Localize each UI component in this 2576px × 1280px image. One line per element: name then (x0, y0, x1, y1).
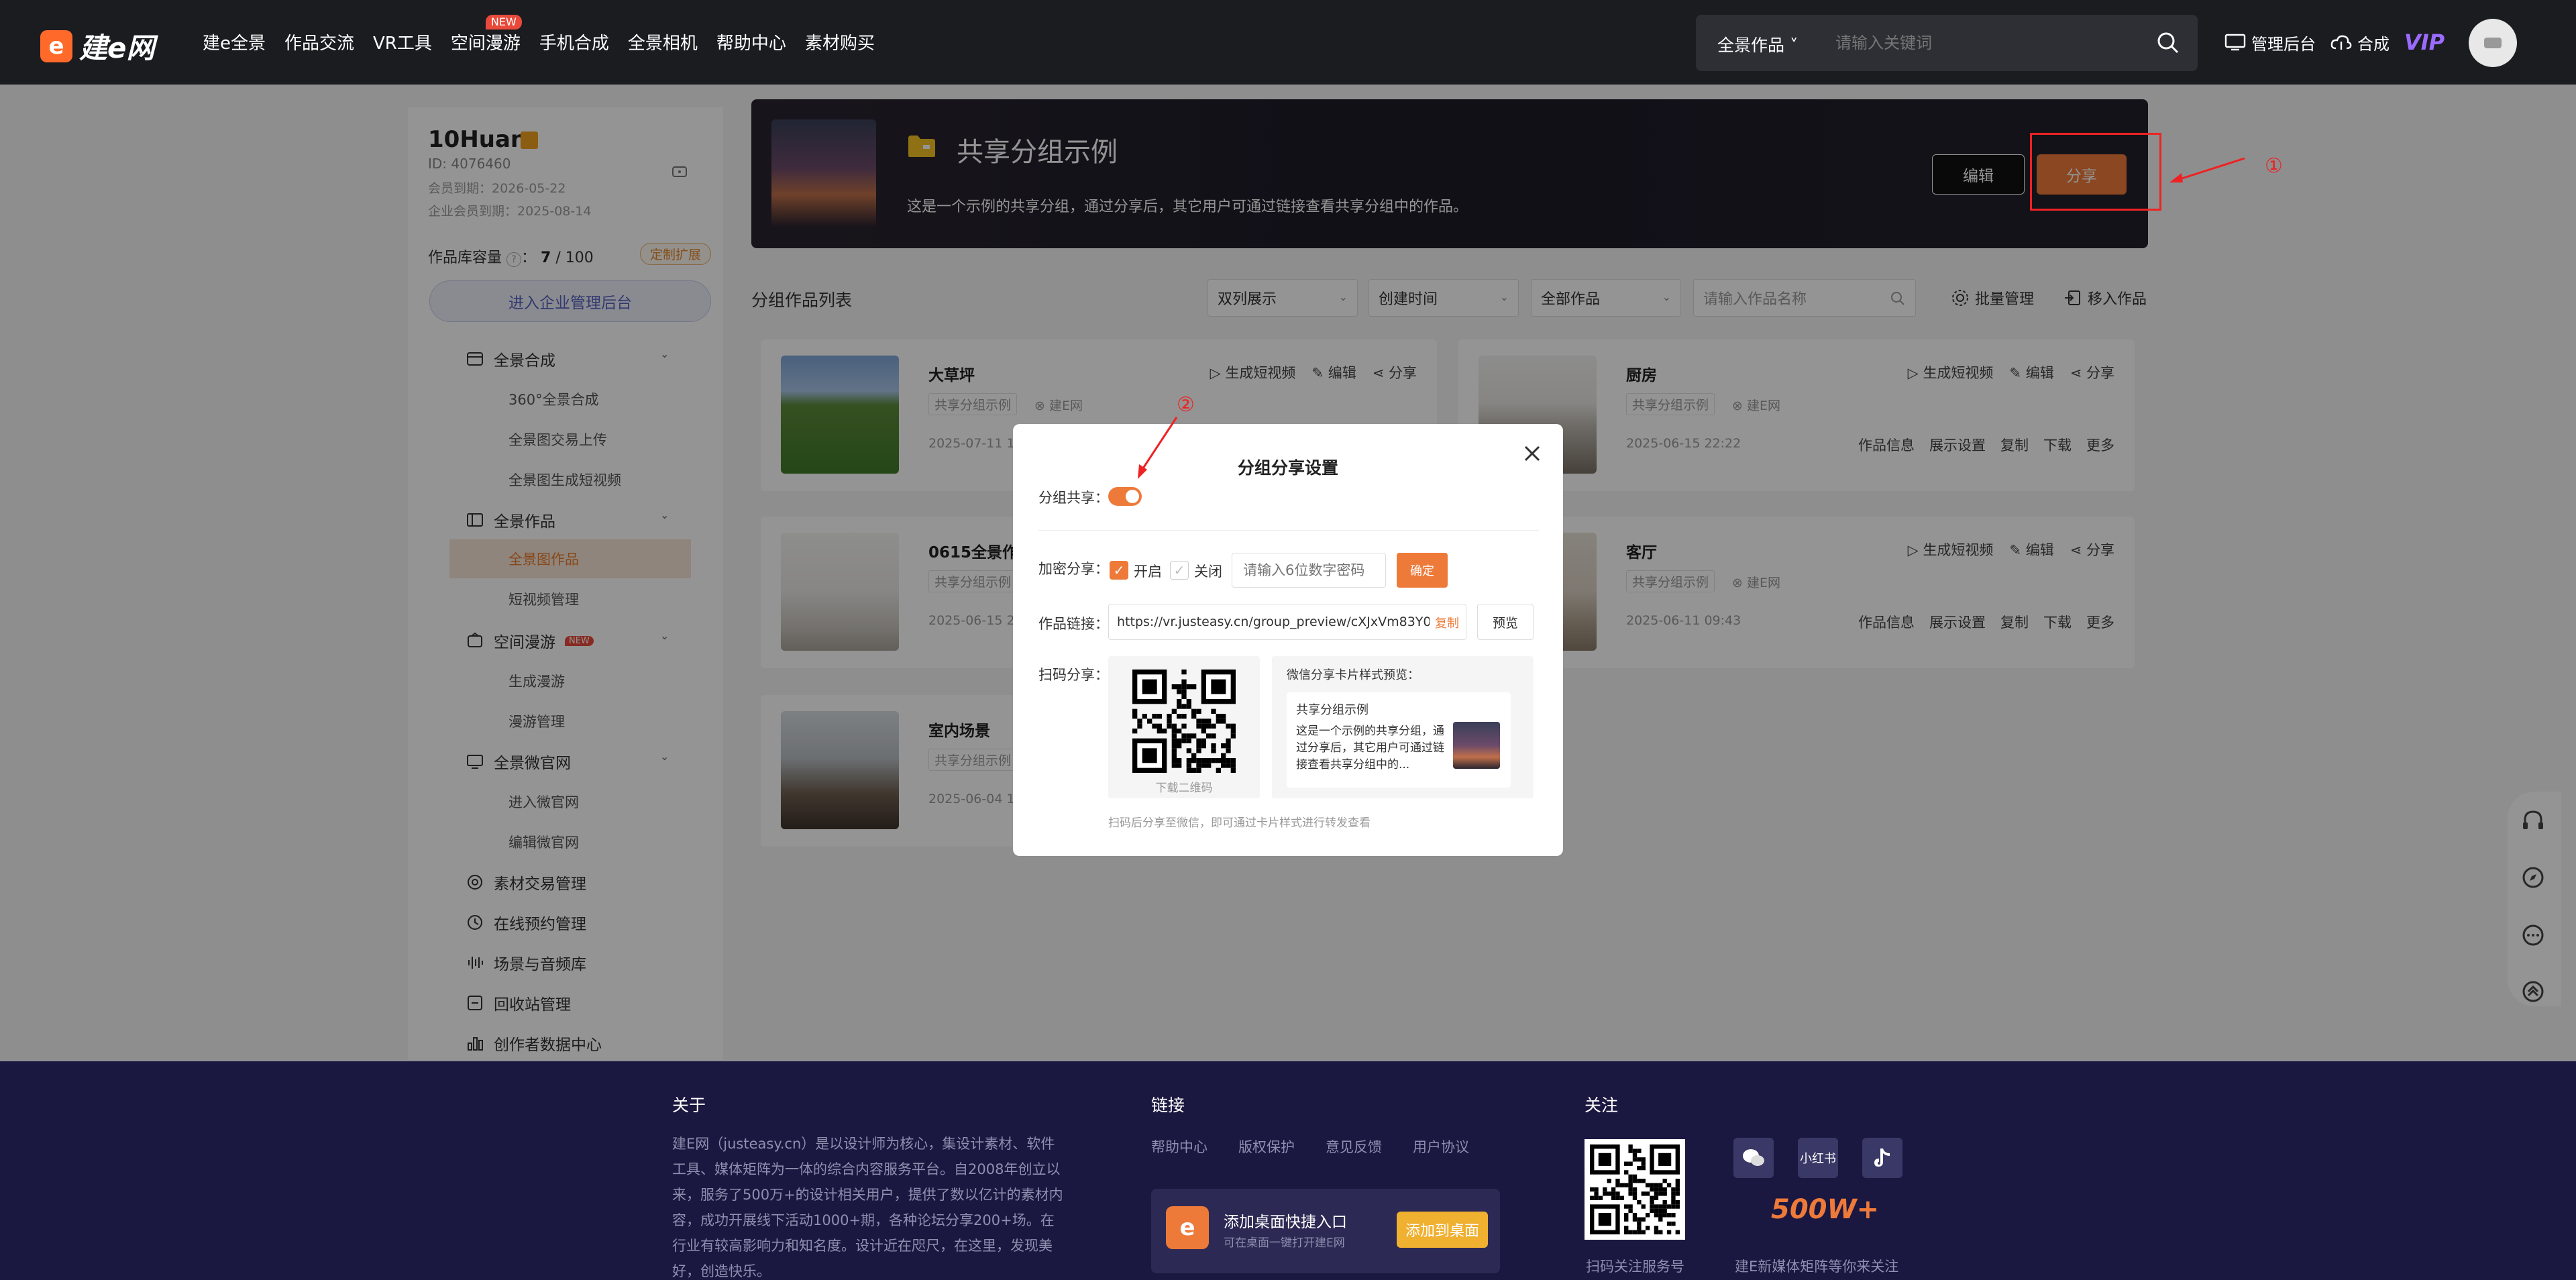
fans-caption: 建E新媒体矩阵等你来关注 (1735, 1259, 1899, 1275)
xiaohongshu-icon[interactable]: 小红书 (1798, 1138, 1838, 1178)
nav-item[interactable]: VR工具 (373, 30, 432, 54)
main-nav: 建e全景 作品交流 VR工具 空间漫游 NEW 手机合成 全景相机 帮助中心 素材… (203, 15, 894, 54)
nav-item-roaming[interactable]: 空间漫游 NEW (450, 15, 522, 54)
admin-icon (2224, 34, 2246, 51)
nav-item[interactable]: 建e全景 (203, 30, 266, 54)
admin-label: 管理后台 (2251, 34, 2316, 54)
link-label: 作品链接： (1038, 616, 1109, 632)
add-to-desktop-button[interactable]: 添加到桌面 (1397, 1212, 1488, 1248)
download-qr-link[interactable]: 下载二维码 (1108, 778, 1260, 795)
wechat-card-thumbnail (1453, 722, 1500, 769)
annotation-arrow-icon (2169, 157, 2245, 182)
qr-code-image (1590, 1144, 1680, 1234)
tiktok-icon[interactable] (1862, 1138, 1902, 1178)
footer-links-title: 链接 (1151, 1096, 1185, 1115)
nav-item[interactable]: 帮助中心 (716, 30, 786, 54)
annotation-highlight-box (2030, 133, 2161, 211)
preview-button[interactable]: 预览 (1477, 604, 1534, 640)
top-navbar: e 建e网 建e全景 作品交流 VR工具 空间漫游 NEW 手机合成 全景相机 帮… (0, 0, 2576, 85)
divider (1038, 530, 1539, 531)
annotation-number-1: ① (2265, 154, 2283, 178)
annotation-number-2: ② (1177, 393, 1195, 417)
search-scope-select[interactable]: 全景作品 ˅ (1717, 32, 1798, 56)
password-input[interactable] (1232, 553, 1386, 588)
search-scope-label: 全景作品 (1717, 36, 1785, 55)
share-link-field[interactable]: https://vr.justeasy.cn/group_preview/cXJ… (1108, 604, 1466, 640)
qr-code-image[interactable] (1132, 670, 1236, 773)
footer-link[interactable]: 版权保护 (1238, 1136, 1295, 1157)
footer-about-title: 关于 (672, 1096, 706, 1115)
wechat-card-preview: 微信分享卡片样式预览： 共享分组示例 这是一个示例的共享分组，通过分享后，其它用… (1272, 656, 1534, 798)
scan-share-label: 扫码分享： (1038, 667, 1109, 683)
search-icon[interactable] (2156, 31, 2180, 55)
compose-link[interactable]: 合成 (2330, 31, 2390, 54)
footer-link[interactable]: 意见反馈 (1326, 1136, 1382, 1157)
fans-count: 500W+ (1771, 1194, 1880, 1225)
new-badge: NEW (485, 15, 522, 30)
logo-text: 建e网 (79, 32, 155, 64)
password-off-label[interactable]: 关闭 (1194, 561, 1222, 581)
add-desktop-subtitle: 可在桌面一键打开建E网 (1224, 1236, 1345, 1250)
social-icons: 小红书 (1733, 1138, 1902, 1178)
footer-about-text: 建E网（justeasy.cn）是以设计师为核心，集设计素材、软件工具、媒体矩阵… (672, 1136, 1063, 1279)
copy-link-button[interactable]: 复制 (1430, 614, 1459, 631)
top-right-tools: 管理后台 合成 VIP (2224, 30, 2445, 55)
nav-item[interactable]: 素材购买 (805, 30, 875, 54)
toggle-knob (1126, 490, 1139, 503)
group-share-toggle[interactable] (1108, 487, 1142, 506)
wechat-card-desc: 这是一个示例的共享分组，通过分享后，其它用户可通过链接查看共享分组中的... (1296, 725, 1444, 771)
nav-item[interactable]: 作品交流 (284, 30, 354, 54)
add-desktop-title: 添加桌面快捷入口 (1224, 1214, 1347, 1231)
password-on-checkbox[interactable]: ✓ (1110, 561, 1128, 580)
search-input[interactable] (1835, 27, 2131, 59)
user-avatar[interactable] (2469, 19, 2517, 67)
footer-link[interactable]: 用户协议 (1413, 1136, 1469, 1157)
password-share-label: 加密分享： (1038, 561, 1109, 577)
wechat-icon[interactable] (1733, 1138, 1774, 1178)
search-bar: 全景作品 ˅ (1696, 15, 2198, 71)
wechat-card-title: 共享分组示例 (1296, 703, 1368, 717)
desktop-shortcut-icon: e (1166, 1206, 1209, 1249)
vip-link[interactable]: VIP (2404, 30, 2445, 55)
share-link-value: https://vr.justeasy.cn/group_preview/cXJ… (1117, 615, 1448, 629)
annotation-arrow-icon (1138, 417, 1178, 479)
footer-follow-title: 关注 (1585, 1096, 1619, 1115)
nav-item-label: 空间漫游 (450, 34, 521, 54)
logo-mark-icon: e (40, 30, 72, 62)
qr-code-box: 下载二维码 (1108, 656, 1260, 798)
share-settings-dialog: 分组分享设置 分组共享： 加密分享： ✓ 开启 ✓ 关闭 确定 作品链接： ht… (1013, 424, 1563, 856)
nav-item[interactable]: 手机合成 (539, 30, 609, 54)
dialog-title: 分组分享设置 (1237, 458, 1338, 478)
wechat-card: 共享分组示例 这是一个示例的共享分组，通过分享后，其它用户可通过链接查看共享分组… (1287, 692, 1511, 788)
nav-item[interactable]: 全景相机 (628, 30, 698, 54)
wechat-preview-title: 微信分享卡片样式预览： (1287, 668, 1419, 682)
cloud-upload-icon (2330, 35, 2352, 50)
footer-qr-code (1585, 1139, 1685, 1240)
group-share-label: 分组共享： (1038, 490, 1109, 506)
confirm-password-button[interactable]: 确定 (1397, 553, 1448, 588)
password-off-checkbox[interactable]: ✓ (1170, 561, 1189, 580)
avatar-icon (2484, 38, 2502, 48)
add-to-desktop-box: e 添加桌面快捷入口 可在桌面一键打开建E网 添加到桌面 (1151, 1189, 1500, 1273)
admin-link[interactable]: 管理后台 (2224, 31, 2316, 54)
site-logo[interactable]: e 建e网 (40, 25, 155, 66)
close-icon[interactable] (1520, 441, 1544, 466)
compose-label: 合成 (2357, 34, 2390, 54)
footer-links: 帮助中心 版权保护 意见反馈 用户协议 (1151, 1136, 1469, 1157)
scan-tip: 扫码后分享至微信，即可通过卡片样式进行转发查看 (1108, 816, 1371, 830)
footer-qr-caption: 扫码关注服务号 (1586, 1259, 1684, 1275)
footer-link[interactable]: 帮助中心 (1151, 1136, 1208, 1157)
password-on-label[interactable]: 开启 (1134, 561, 1162, 581)
